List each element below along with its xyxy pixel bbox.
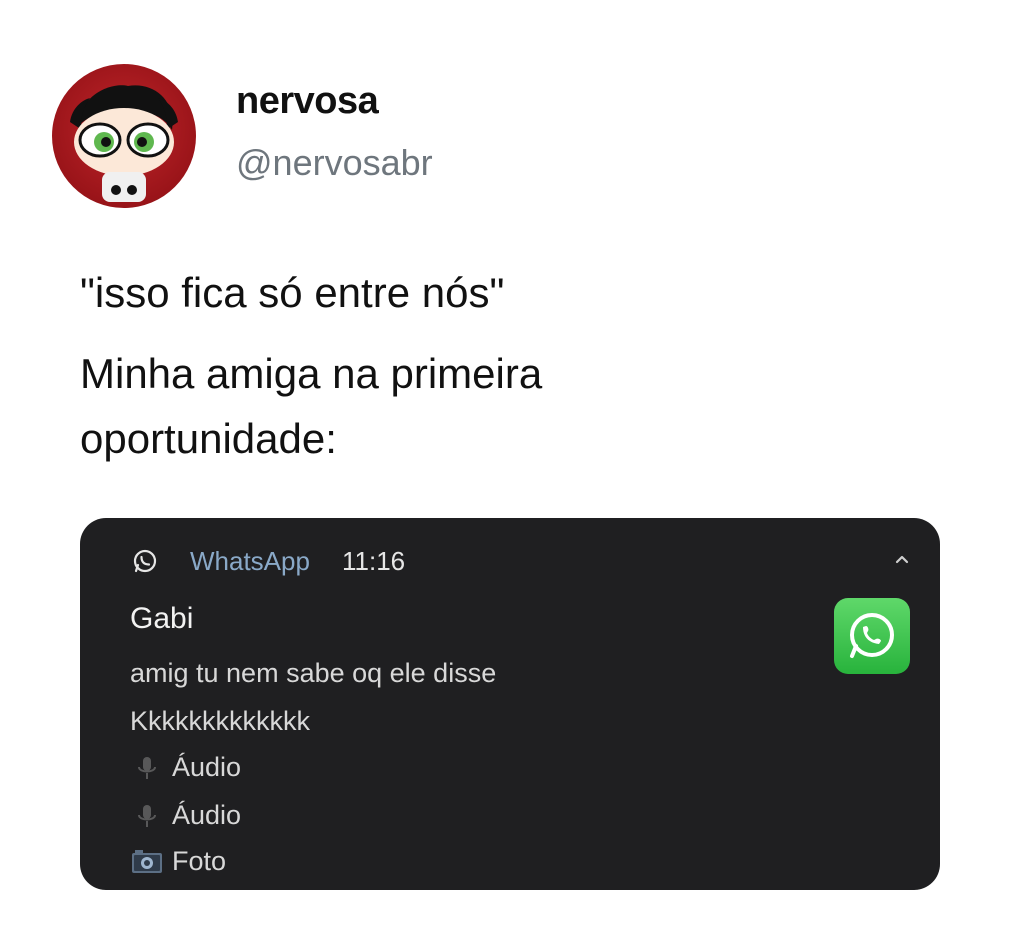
notification-sender: Gabi <box>130 602 194 635</box>
attachment-label: Foto <box>172 846 227 876</box>
camera-icon <box>132 849 162 873</box>
whatsapp-icon <box>133 549 157 573</box>
display-name[interactable]: nervosa <box>236 80 379 123</box>
microphone-icon <box>138 756 156 779</box>
attachment-label: Áudio <box>172 752 242 782</box>
tweet-text-line: oportunidade: <box>80 415 337 462</box>
user-handle[interactable]: @nervosabr <box>236 142 433 184</box>
whatsapp-notification[interactable]: WhatsApp 11:16 Gabi amig tu nem sabe oq … <box>80 518 940 890</box>
avatar-illustration <box>70 85 178 202</box>
whatsapp-app-icon[interactable] <box>834 598 910 674</box>
microphone-icon <box>138 804 156 827</box>
notification-message: Kkkkkkkkkkkkk <box>130 706 311 736</box>
tweet-text-line: "isso fica só entre nós" <box>80 269 505 316</box>
notification-message: amig tu nem sabe oq ele disse <box>130 658 497 688</box>
tweet-text-line: Minha amiga na primeira <box>80 350 543 397</box>
notification-app-name: WhatsApp <box>190 546 310 576</box>
attachment-row: Áudio <box>130 800 241 831</box>
avatar[interactable] <box>52 64 196 208</box>
attachment-row: Foto <box>130 846 226 877</box>
notification-time: 11:16 <box>342 546 406 576</box>
chevron-up-icon[interactable] <box>892 550 912 570</box>
attachment-row: Áudio <box>130 752 241 783</box>
attachment-label: Áudio <box>172 800 242 830</box>
